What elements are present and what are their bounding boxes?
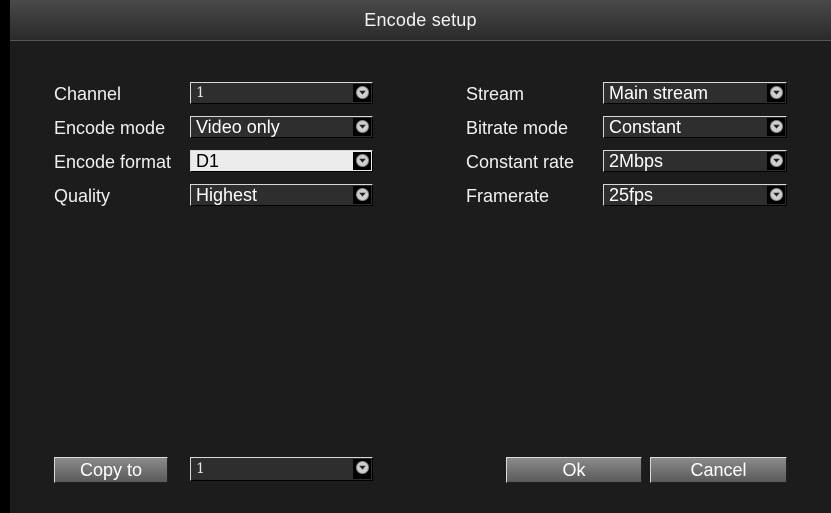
- chevron-down-icon[interactable]: [353, 152, 371, 170]
- ok-button[interactable]: Ok: [506, 457, 642, 483]
- chevron-down-icon[interactable]: [353, 118, 371, 136]
- quality-label: Quality: [54, 186, 111, 206]
- chevron-down-icon[interactable]: [767, 84, 785, 102]
- constant-rate-value: 2Mbps: [609, 151, 664, 171]
- cancel-button[interactable]: Cancel: [650, 457, 787, 483]
- quality-select[interactable]: Highest: [190, 184, 373, 206]
- encode-format-value: D1: [196, 151, 220, 171]
- channel-value: 1: [196, 85, 205, 101]
- window-title: Encode setup: [10, 0, 831, 41]
- stream-value: Main stream: [609, 83, 709, 103]
- copy-to-button[interactable]: Copy to: [54, 457, 168, 483]
- encode-setup-window: Encode setup Channel 1 Encode mode Video…: [10, 0, 831, 513]
- chevron-down-icon[interactable]: [767, 152, 785, 170]
- encode-mode-label: Encode mode: [54, 118, 166, 138]
- bitrate-mode-label: Bitrate mode: [466, 118, 569, 138]
- bitrate-mode-value: Constant: [609, 117, 682, 137]
- chevron-down-icon[interactable]: [353, 459, 371, 479]
- channel-select[interactable]: 1: [190, 82, 373, 104]
- constant-rate-label: Constant rate: [466, 152, 575, 172]
- encode-mode-value: Video only: [196, 117, 280, 137]
- copy-to-value: 1: [196, 461, 205, 477]
- encode-format-select[interactable]: D1: [190, 150, 373, 172]
- bitrate-mode-select[interactable]: Constant: [603, 116, 787, 138]
- channel-label: Channel: [54, 84, 122, 104]
- constant-rate-select[interactable]: 2Mbps: [603, 150, 787, 172]
- encode-mode-select[interactable]: Video only: [190, 116, 373, 138]
- framerate-label: Framerate: [466, 186, 550, 206]
- encode-format-label: Encode format: [54, 152, 172, 172]
- copy-to-select[interactable]: 1: [190, 457, 373, 481]
- chevron-down-icon[interactable]: [767, 186, 785, 204]
- framerate-value: 25fps: [609, 185, 654, 205]
- stream-select[interactable]: Main stream: [603, 82, 787, 104]
- quality-value: Highest: [196, 185, 258, 205]
- framerate-select[interactable]: 25fps: [603, 184, 787, 206]
- stream-label: Stream: [466, 84, 525, 104]
- chevron-down-icon[interactable]: [767, 118, 785, 136]
- chevron-down-icon[interactable]: [353, 186, 371, 204]
- chevron-down-icon[interactable]: [353, 84, 371, 102]
